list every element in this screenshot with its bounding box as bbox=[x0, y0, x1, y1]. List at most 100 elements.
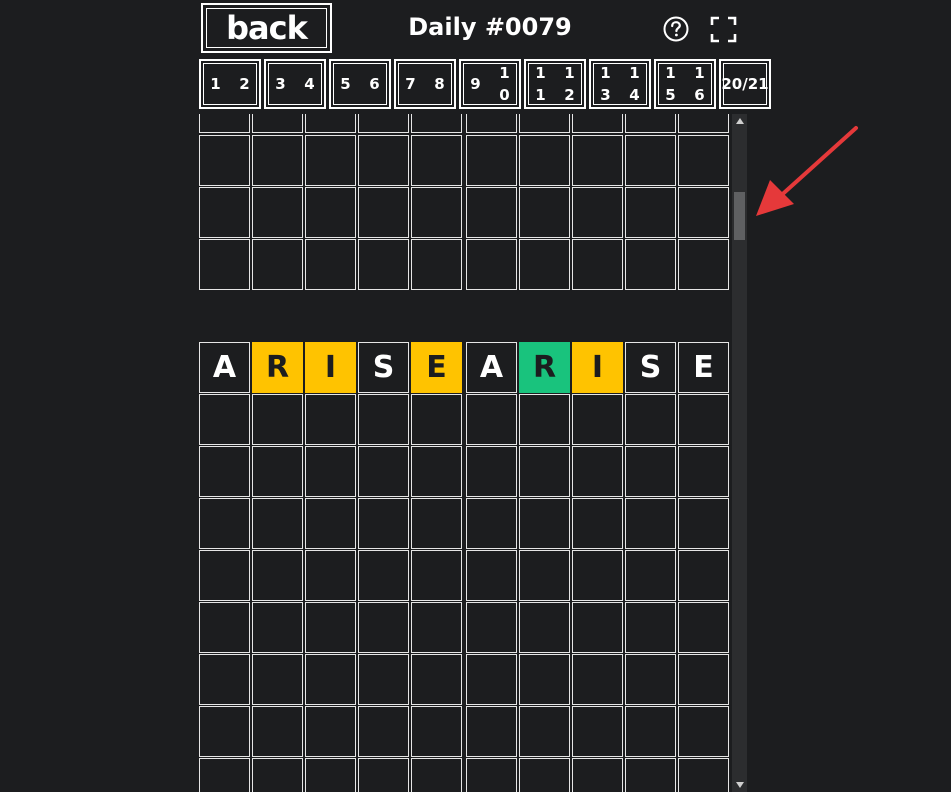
letter-tile: R bbox=[252, 342, 303, 393]
board-number: 1 4 bbox=[629, 64, 640, 104]
empty-tile bbox=[199, 135, 250, 186]
empty-tile bbox=[678, 550, 729, 601]
empty-tile bbox=[199, 114, 250, 133]
empty-tile bbox=[572, 394, 623, 445]
empty-tile bbox=[625, 498, 676, 549]
empty-tile bbox=[305, 239, 356, 290]
board-button-5-6[interactable]: 5 6 bbox=[329, 59, 391, 109]
empty-tile bbox=[572, 654, 623, 705]
empty-tile bbox=[572, 239, 623, 290]
board-number: 1 0 bbox=[499, 64, 510, 104]
scroll-down-arrow-icon[interactable] bbox=[732, 778, 747, 792]
letter-tile: R bbox=[519, 342, 570, 393]
empty-tile bbox=[519, 706, 570, 757]
empty-tile bbox=[199, 187, 250, 238]
empty-tile bbox=[199, 446, 250, 497]
empty-tile bbox=[305, 758, 356, 792]
empty-tile bbox=[625, 758, 676, 792]
board-button-1-2[interactable]: 1 2 bbox=[199, 59, 261, 109]
empty-tile bbox=[625, 135, 676, 186]
empty-tile bbox=[358, 394, 409, 445]
board-button-9-10[interactable]: 9 1 0 bbox=[459, 59, 521, 109]
empty-tile bbox=[466, 602, 517, 653]
red-arrow-annotation-icon bbox=[756, 126, 858, 216]
board-number: 1 5 bbox=[665, 64, 676, 104]
scroll-up-arrow-icon[interactable] bbox=[732, 114, 747, 128]
empty-tile bbox=[358, 550, 409, 601]
board-button-13-14[interactable]: 1 3 1 4 bbox=[589, 59, 651, 109]
question-circle-icon[interactable] bbox=[663, 16, 689, 42]
empty-tile bbox=[358, 706, 409, 757]
empty-tile bbox=[678, 239, 729, 290]
empty-row bbox=[199, 758, 731, 792]
empty-tile bbox=[252, 654, 303, 705]
empty-tile bbox=[305, 550, 356, 601]
empty-tile bbox=[305, 394, 356, 445]
letter-tile: I bbox=[572, 342, 623, 393]
empty-tile bbox=[466, 706, 517, 757]
empty-tile bbox=[572, 706, 623, 757]
empty-tile bbox=[466, 550, 517, 601]
empty-row bbox=[199, 135, 731, 186]
empty-tile bbox=[252, 602, 303, 653]
empty-tile bbox=[411, 394, 462, 445]
board-button-11-12[interactable]: 1 1 1 2 bbox=[524, 59, 586, 109]
empty-tile bbox=[358, 498, 409, 549]
empty-tile bbox=[305, 446, 356, 497]
empty-tile bbox=[572, 758, 623, 792]
empty-tile bbox=[358, 758, 409, 792]
letter-tile: E bbox=[678, 342, 729, 393]
empty-tile bbox=[678, 602, 729, 653]
empty-tile bbox=[411, 602, 462, 653]
empty-tile bbox=[625, 114, 676, 133]
board-number: 1 3 bbox=[600, 64, 611, 104]
empty-row bbox=[199, 446, 731, 497]
empty-tile bbox=[572, 446, 623, 497]
empty-tile bbox=[519, 498, 570, 549]
empty-tile bbox=[519, 654, 570, 705]
empty-tile bbox=[252, 394, 303, 445]
empty-tile bbox=[678, 187, 729, 238]
back-button[interactable]: back bbox=[201, 3, 332, 53]
scrollbar-thumb[interactable] bbox=[734, 192, 745, 240]
empty-tile bbox=[572, 114, 623, 133]
empty-tile bbox=[252, 446, 303, 497]
scrollbar[interactable] bbox=[732, 114, 747, 792]
board-number: 3 bbox=[275, 75, 286, 93]
empty-tile bbox=[625, 187, 676, 238]
empty-tile bbox=[572, 550, 623, 601]
letter-tile: S bbox=[625, 342, 676, 393]
empty-tile bbox=[519, 135, 570, 186]
empty-tile bbox=[519, 187, 570, 238]
board-number: 1 2 bbox=[564, 64, 575, 104]
empty-tile bbox=[678, 654, 729, 705]
empty-row bbox=[199, 187, 731, 238]
board-number: 1 1 bbox=[535, 64, 546, 104]
letter-tile: S bbox=[358, 342, 409, 393]
board-button-20-21[interactable]: 20/21 bbox=[719, 59, 771, 109]
empty-tile bbox=[305, 602, 356, 653]
empty-tile bbox=[572, 602, 623, 653]
board-button-15-16[interactable]: 1 5 1 6 bbox=[654, 59, 716, 109]
empty-tile bbox=[625, 654, 676, 705]
empty-tile bbox=[466, 187, 517, 238]
board-button-7-8[interactable]: 7 8 bbox=[394, 59, 456, 109]
fullscreen-icon[interactable] bbox=[710, 16, 737, 43]
board-number: 2 bbox=[239, 75, 250, 93]
empty-tile bbox=[252, 498, 303, 549]
empty-tile bbox=[625, 602, 676, 653]
empty-tile bbox=[358, 135, 409, 186]
board-number: 20/21 bbox=[721, 75, 769, 93]
empty-tile bbox=[625, 550, 676, 601]
board-button-3-4[interactable]: 3 4 bbox=[264, 59, 326, 109]
empty-tile bbox=[466, 654, 517, 705]
empty-tile bbox=[305, 114, 356, 133]
empty-tile bbox=[199, 706, 250, 757]
board-navigation: 1 2 3 4 5 6 7 8 9 1 0 1 1 1 2 1 3 1 4 1 … bbox=[199, 59, 774, 109]
empty-row bbox=[199, 394, 731, 445]
empty-tile bbox=[466, 446, 517, 497]
board-number: 1 bbox=[210, 75, 221, 93]
empty-tile bbox=[519, 446, 570, 497]
empty-row bbox=[199, 602, 731, 653]
empty-tile bbox=[519, 394, 570, 445]
